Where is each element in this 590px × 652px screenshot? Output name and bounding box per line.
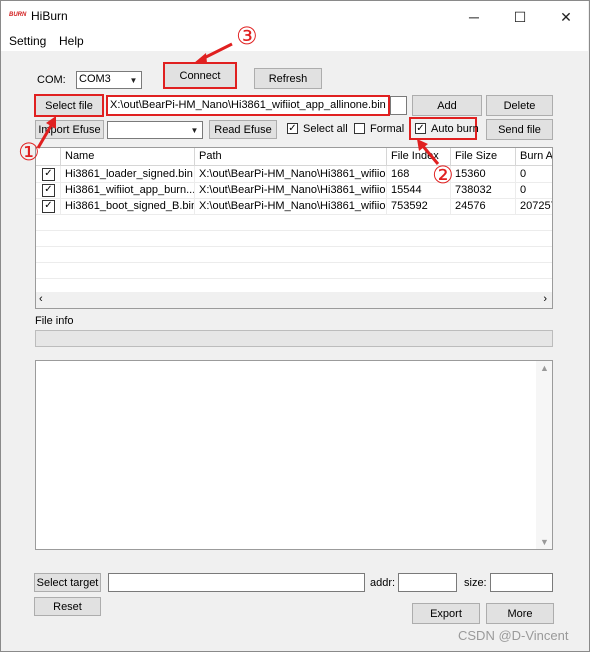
cell-burn-addr: 0 bbox=[516, 182, 552, 198]
annotation-number-three: ③ bbox=[236, 22, 258, 50]
formal-label: Formal bbox=[370, 123, 405, 135]
addr-label: addr: bbox=[370, 577, 396, 589]
scroll-up-icon[interactable]: ▲ bbox=[540, 363, 549, 373]
com-port-value: COM3 bbox=[79, 73, 111, 85]
row-check-cell: ✓ bbox=[36, 198, 61, 214]
table-row[interactable]: ✓ Hi3861_loader_signed.bin X:\out\BearPi… bbox=[36, 166, 552, 183]
column-header-file-size[interactable]: File Size bbox=[451, 148, 516, 165]
addr-input[interactable] bbox=[398, 573, 457, 592]
formal-checkbox[interactable] bbox=[354, 123, 365, 134]
auto-burn-label: Auto burn bbox=[431, 123, 479, 135]
size-label: size: bbox=[464, 577, 487, 589]
title-bar: BURN HiBurn ─ ☐ ✕ bbox=[1, 1, 588, 31]
table-row-empty bbox=[36, 214, 552, 231]
row-check-cell: ✓ bbox=[36, 166, 61, 182]
row-check-cell: ✓ bbox=[36, 182, 61, 198]
minimize-button[interactable]: ─ bbox=[451, 5, 497, 29]
com-port-select[interactable]: COM3 ▼ bbox=[76, 71, 142, 89]
maximize-button[interactable]: ☐ bbox=[497, 5, 543, 29]
send-file-button[interactable]: Send file bbox=[486, 119, 553, 140]
close-button[interactable]: ✕ bbox=[543, 5, 589, 29]
annotation-number-two: ② bbox=[432, 161, 454, 189]
cell-name: Hi3861_loader_signed.bin bbox=[61, 166, 195, 182]
file-path-input-tail bbox=[390, 96, 407, 115]
select-target-button[interactable]: Select target bbox=[34, 573, 101, 592]
more-button[interactable]: More bbox=[486, 603, 554, 624]
vertical-scrollbar[interactable]: ▲ ▼ bbox=[536, 361, 552, 549]
column-header-path[interactable]: Path bbox=[195, 148, 387, 165]
com-label: COM: bbox=[37, 74, 66, 86]
scroll-left-icon[interactable]: ‹ bbox=[39, 293, 43, 305]
table-row[interactable]: ✓ Hi3861_wifiiot_app_burn.... X:\out\Bea… bbox=[36, 182, 552, 199]
cell-file-index: 753592 bbox=[387, 198, 451, 214]
table-row-empty bbox=[36, 230, 552, 247]
size-input[interactable] bbox=[490, 573, 553, 592]
refresh-button[interactable]: Refresh bbox=[254, 68, 322, 89]
select-file-button[interactable]: Select file bbox=[34, 94, 104, 117]
row-checkbox[interactable]: ✓ bbox=[42, 184, 55, 197]
connect-button[interactable]: Connect bbox=[163, 62, 237, 89]
watermark-text: CSDN @D-Vincent bbox=[458, 628, 569, 643]
cell-file-size: 24576 bbox=[451, 198, 516, 214]
app-logo-icon: BURN bbox=[9, 12, 27, 18]
cell-path: X:\out\BearPi-HM_Nano\Hi3861_wifiio... bbox=[195, 182, 387, 198]
annotation-number-one: ① bbox=[18, 138, 40, 166]
log-output-area[interactable]: ▲ ▼ bbox=[35, 360, 553, 550]
export-button[interactable]: Export bbox=[412, 603, 480, 624]
file-info-progress-bar bbox=[35, 330, 553, 347]
table-row-empty bbox=[36, 262, 552, 279]
table-row[interactable]: ✓ Hi3861_boot_signed_B.bin X:\out\BearPi… bbox=[36, 198, 552, 215]
cell-file-size: 738032 bbox=[451, 182, 516, 198]
reset-button[interactable]: Reset bbox=[34, 597, 101, 616]
table-row-empty bbox=[36, 246, 552, 263]
delete-button[interactable]: Delete bbox=[486, 95, 553, 116]
select-all-checkbox[interactable]: ✓ bbox=[287, 123, 298, 134]
cell-burn-addr: 0 bbox=[516, 166, 552, 182]
horizontal-scrollbar[interactable]: ‹ › bbox=[36, 292, 552, 308]
header-check-column bbox=[36, 148, 61, 165]
chevron-down-icon: ▼ bbox=[190, 125, 199, 135]
import-efuse-button[interactable]: Import Efuse bbox=[35, 120, 104, 139]
cell-path: X:\out\BearPi-HM_Nano\Hi3861_wifiio... bbox=[195, 166, 387, 182]
column-header-burn-addr[interactable]: Burn A bbox=[516, 148, 552, 165]
file-path-input[interactable]: X:\out\BearPi-HM_Nano\Hi3861_wifiiot_app… bbox=[106, 95, 390, 116]
cell-path: X:\out\BearPi-HM_Nano\Hi3861_wifiio... bbox=[195, 198, 387, 214]
scroll-down-icon[interactable]: ▼ bbox=[540, 537, 549, 547]
menu-setting[interactable]: Setting bbox=[9, 34, 46, 48]
scroll-right-icon[interactable]: › bbox=[543, 293, 547, 305]
select-all-label: Select all bbox=[303, 123, 348, 135]
cell-name: Hi3861_boot_signed_B.bin bbox=[61, 198, 195, 214]
column-header-name[interactable]: Name bbox=[61, 148, 195, 165]
file-table: Name Path File Index File Size Burn A ✓ … bbox=[35, 147, 553, 309]
menu-help[interactable]: Help bbox=[59, 34, 84, 48]
read-efuse-button[interactable]: Read Efuse bbox=[209, 120, 277, 139]
file-info-label: File info bbox=[35, 315, 74, 327]
chevron-down-icon: ▼ bbox=[129, 75, 138, 85]
cell-name: Hi3861_wifiiot_app_burn.... bbox=[61, 182, 195, 198]
cell-burn-addr: 2072576 bbox=[516, 198, 552, 214]
target-input[interactable] bbox=[108, 573, 365, 592]
table-header: Name Path File Index File Size Burn A bbox=[36, 148, 552, 166]
add-button[interactable]: Add bbox=[412, 95, 482, 116]
auto-burn-checkbox[interactable]: ✓ bbox=[415, 123, 426, 134]
row-checkbox[interactable]: ✓ bbox=[42, 200, 55, 213]
efuse-select[interactable]: ▼ bbox=[107, 121, 203, 139]
cell-file-size: 15360 bbox=[451, 166, 516, 182]
menu-bar: Setting Help bbox=[1, 31, 588, 51]
row-checkbox[interactable]: ✓ bbox=[42, 168, 55, 181]
window-title: HiBurn bbox=[31, 9, 68, 23]
